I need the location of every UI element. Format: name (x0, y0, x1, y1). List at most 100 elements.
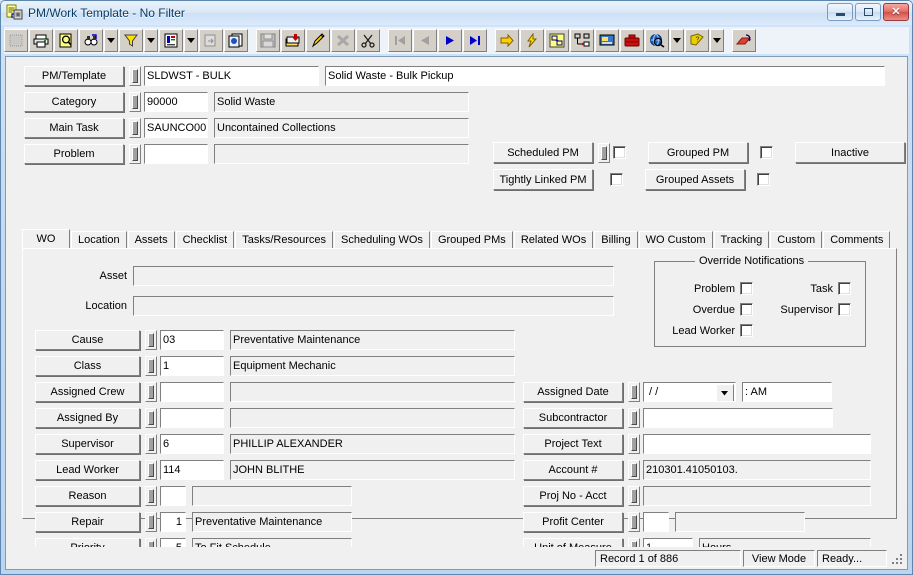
cause-lookup-button[interactable] (145, 330, 157, 350)
repair-code-input[interactable]: 1 (160, 512, 186, 532)
override-supervisor-checkbox[interactable] (838, 303, 851, 316)
reason-code-input[interactable] (160, 486, 186, 506)
pm-template-label-button[interactable]: PM/Template (24, 66, 124, 86)
exit-button[interactable] (732, 29, 756, 52)
report-button[interactable] (159, 29, 183, 52)
lead-worker-label-button[interactable]: Lead Worker (35, 460, 140, 480)
unit-of-measure-lookup-button[interactable] (628, 538, 640, 547)
tab-tracking[interactable]: Tracking (713, 231, 770, 249)
problem-lookup-button[interactable] (129, 144, 141, 164)
account-number-label-button[interactable]: Account # (523, 460, 623, 480)
restore-button[interactable] (855, 3, 881, 21)
tab-assets[interactable]: Assets (127, 231, 175, 249)
override-overdue-checkbox[interactable] (740, 303, 753, 316)
override-task-checkbox[interactable] (838, 282, 851, 295)
screen-layout-button[interactable] (595, 29, 619, 52)
subcontractor-lookup-button[interactable] (628, 408, 640, 428)
report-dropdown-button[interactable] (184, 29, 198, 52)
print-button[interactable] (29, 29, 53, 52)
scheduled-pm-lookup-button[interactable] (598, 142, 610, 163)
export-button[interactable] (199, 29, 223, 52)
unit-of-measure-label-button[interactable]: Unit of Measure (523, 538, 623, 547)
category-lookup-button[interactable] (129, 92, 141, 112)
tab-scheduling-wos[interactable]: Scheduling WOs (334, 231, 430, 249)
save-button[interactable] (256, 29, 280, 52)
class-code-input[interactable]: 1 (160, 356, 224, 376)
grouped-pm-button[interactable]: Grouped PM (648, 142, 748, 163)
assigned-crew-lookup-button[interactable] (145, 382, 157, 402)
print-preview-button[interactable] (54, 29, 78, 52)
tightly-linked-pm-checkbox[interactable] (610, 173, 623, 186)
category-code-input[interactable]: 90000 (144, 92, 208, 112)
first-record-button[interactable] (388, 29, 412, 52)
tightly-linked-pm-button[interactable]: Tightly Linked PM (493, 169, 593, 190)
assigned-by-code-input[interactable] (160, 408, 224, 428)
scheduled-pm-button[interactable]: Scheduled PM (493, 142, 593, 163)
close-button[interactable]: ✕ (883, 3, 909, 21)
priority-label-button[interactable]: Priority (35, 538, 140, 547)
main-task-code-input[interactable]: SAUNCO00 (144, 118, 208, 138)
profit-center-label-button[interactable]: Profit Center (523, 512, 623, 532)
assigned-date-lookup-button[interactable] (628, 382, 640, 402)
goto-button[interactable] (495, 29, 519, 52)
toolbox-button[interactable] (620, 29, 644, 52)
repair-label-button[interactable]: Repair (35, 512, 140, 532)
copy-record-button[interactable] (224, 29, 248, 52)
account-number-lookup-button[interactable] (628, 460, 640, 480)
previous-record-button[interactable] (413, 29, 437, 52)
tab-billing[interactable]: Billing (594, 231, 638, 249)
assigned-date-input[interactable]: / / (643, 382, 736, 402)
tab-comments[interactable]: Comments (823, 231, 891, 249)
supervisor-label-button[interactable]: Supervisor (35, 434, 140, 454)
repair-lookup-button[interactable] (145, 512, 157, 532)
project-text-input[interactable] (643, 434, 871, 454)
last-record-button[interactable] (463, 29, 487, 52)
problem-label-button[interactable]: Problem (24, 144, 124, 164)
help-dropdown-button[interactable] (710, 29, 724, 52)
select-all-button[interactable] (4, 29, 28, 52)
assigned-date-label-button[interactable]: Assigned Date (523, 382, 623, 402)
grouped-assets-button[interactable]: Grouped Assets (645, 169, 745, 190)
category-label-button[interactable]: Category (24, 92, 124, 112)
assigned-date-dropdown-button[interactable] (716, 384, 734, 401)
grouped-assets-checkbox[interactable] (757, 173, 770, 186)
cause-code-input[interactable]: 03 (160, 330, 224, 350)
inactive-button[interactable]: Inactive (795, 142, 905, 163)
next-record-button[interactable] (438, 29, 462, 52)
assigned-by-lookup-button[interactable] (145, 408, 157, 428)
minimize-button[interactable] (827, 3, 853, 21)
class-lookup-button[interactable] (145, 356, 157, 376)
location-input[interactable] (133, 296, 614, 316)
main-task-label-button[interactable]: Main Task (24, 118, 124, 138)
assigned-crew-label-button[interactable]: Assigned Crew (35, 382, 140, 402)
find-dropdown-button[interactable] (104, 29, 118, 52)
tab-tasks-resources[interactable]: Tasks/Resources (235, 231, 333, 249)
subcontractor-input[interactable] (643, 408, 833, 428)
resize-grip-icon[interactable] (890, 552, 904, 566)
tab-grouped-pms[interactable]: Grouped PMs (430, 231, 513, 249)
tab-location[interactable]: Location (71, 231, 127, 249)
edit-record-button[interactable] (306, 29, 330, 52)
supervisor-lookup-button[interactable] (145, 434, 157, 454)
reason-label-button[interactable]: Reason (35, 486, 140, 506)
lead-worker-lookup-button[interactable] (145, 460, 157, 480)
tab-checklist[interactable]: Checklist (175, 231, 235, 249)
tab-related-wos[interactable]: Related WOs (513, 231, 594, 249)
class-label-button[interactable]: Class (35, 356, 140, 376)
quick-action-button[interactable] (520, 29, 544, 52)
pm-template-description-input[interactable]: Solid Waste - Bulk Pickup (325, 66, 885, 86)
pm-template-lookup-button[interactable] (129, 66, 141, 86)
cause-label-button[interactable]: Cause (35, 330, 140, 350)
priority-code-input[interactable]: 5 (160, 538, 186, 547)
problem-code-input[interactable] (144, 144, 208, 164)
grouped-pm-checkbox[interactable] (760, 146, 773, 159)
cut-button[interactable] (356, 29, 380, 52)
override-lead-worker-checkbox[interactable] (740, 324, 753, 337)
find-button[interactable] (79, 29, 103, 52)
web-search-button[interactable] (645, 29, 669, 52)
assigned-crew-code-input[interactable] (160, 382, 224, 402)
main-task-lookup-button[interactable] (129, 118, 141, 138)
tab-wo-custom[interactable]: WO Custom (638, 231, 713, 249)
profit-center-code-input[interactable] (643, 512, 669, 532)
project-text-label-button[interactable]: Project Text (523, 434, 623, 454)
